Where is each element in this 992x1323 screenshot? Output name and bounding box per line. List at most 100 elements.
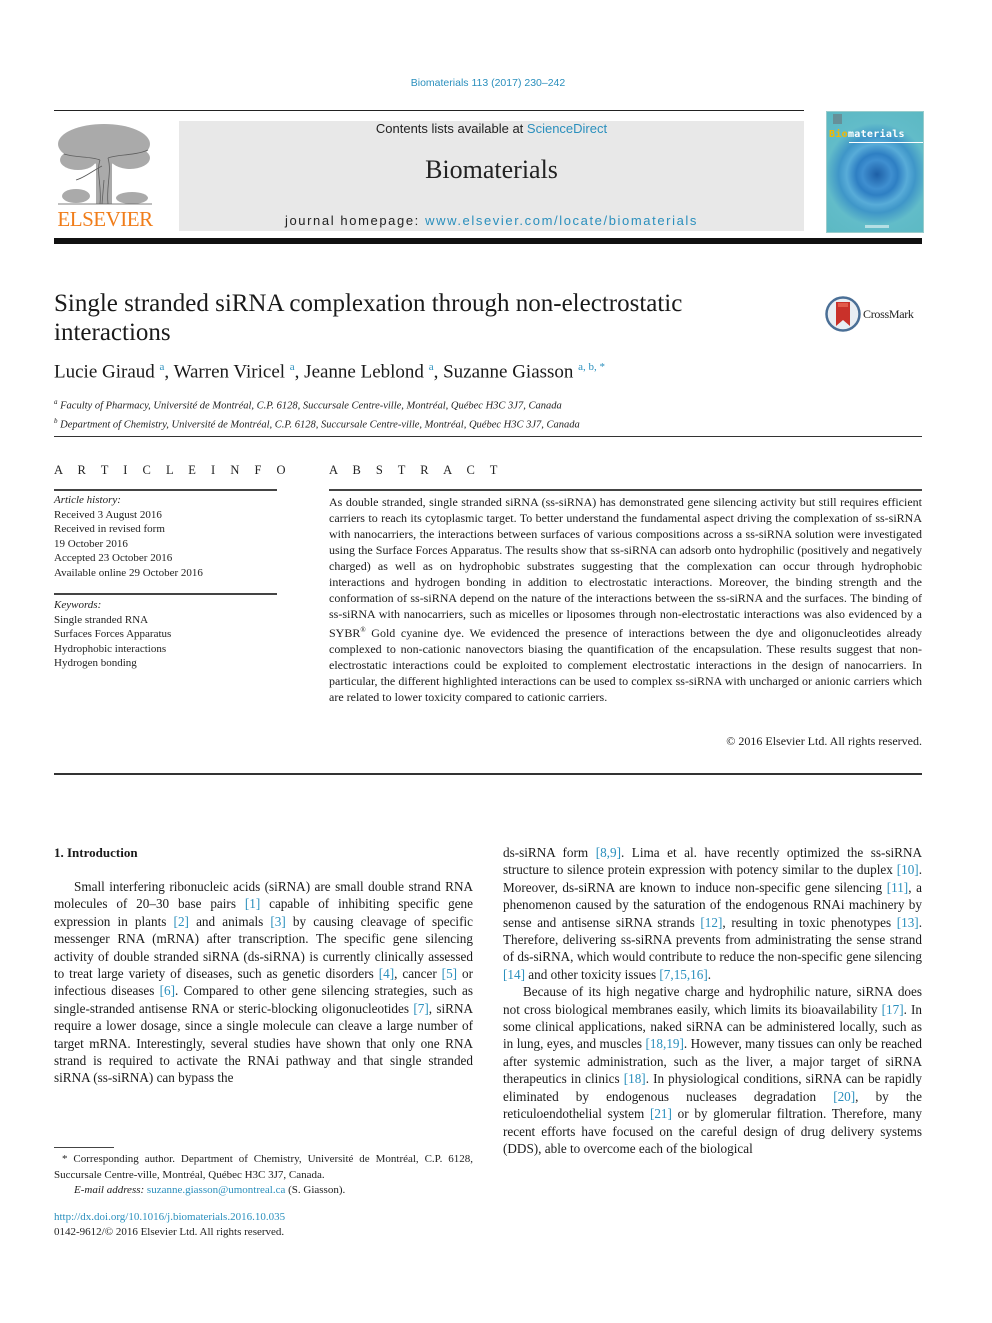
citation-link[interactable]: [18,19]	[645, 1036, 683, 1051]
footnote-divider	[54, 1147, 114, 1148]
author-name[interactable]: Lucie Giraud	[54, 361, 155, 382]
journal-name: Biomaterials	[425, 155, 558, 184]
divider	[329, 489, 922, 491]
affiliation: b Department of Chemistry, Université de…	[54, 414, 580, 433]
cover-title-rest: materials	[847, 129, 905, 140]
homepage-prefix: journal homepage:	[284, 213, 426, 228]
keyword[interactable]: Single stranded RNA	[54, 613, 171, 628]
citation-link[interactable]: [1]	[245, 896, 260, 911]
header-divider	[54, 110, 804, 111]
homepage-link[interactable]: www.elsevier.com/locate/biomaterials	[425, 213, 698, 228]
author-name[interactable]: Suzanne Giasson	[443, 361, 573, 382]
citation-link[interactable]: [11]	[887, 880, 908, 895]
corresponding-author-note: * Corresponding author. Department of Ch…	[54, 1153, 473, 1181]
crossmark-label: CrossMark	[863, 307, 914, 321]
cover-footer-mark	[865, 225, 889, 228]
keyword[interactable]: Hydrogen bonding	[54, 656, 171, 671]
doi-link[interactable]: http://dx.doi.org/10.1016/j.biomaterials…	[54, 1210, 285, 1225]
cover-title: Biomaterials	[829, 129, 905, 140]
body-column-left: Small interfering ribonucleic acids (siR…	[54, 878, 473, 1087]
citation-link[interactable]: [21]	[650, 1106, 672, 1121]
paragraph: ds-siRNA form [8,9]. Lima et al. have re…	[503, 844, 922, 983]
divider	[54, 489, 277, 491]
divider	[54, 593, 277, 595]
issn-copyright: 0142-9612/© 2016 Elsevier Ltd. All right…	[54, 1226, 285, 1238]
history-entry: Available online 29 October 2016	[54, 566, 203, 579]
author-separator: ,	[433, 361, 444, 383]
body-text: and other toxicity issues	[524, 966, 660, 982]
journal-homepage: journal homepage: www.elsevier.com/locat…	[179, 213, 804, 228]
body-text: .	[707, 966, 712, 982]
doi-block: http://dx.doi.org/10.1016/j.biomaterials…	[54, 1210, 285, 1240]
abstract-text-part: As double stranded, single stranded siRN…	[329, 495, 922, 640]
citation-link[interactable]: [7,15,16]	[659, 967, 707, 982]
journal-banner: Contents lists available at ScienceDirec…	[179, 121, 804, 231]
abstract-heading: A B S T R A C T	[329, 463, 504, 477]
header-thick-divider	[54, 238, 922, 244]
paragraph: Because of its high negative charge and …	[503, 983, 922, 1157]
abstract-copyright: © 2016 Elsevier Ltd. All rights reserved…	[726, 734, 922, 748]
cover-publisher-emblem-icon	[833, 114, 842, 124]
email-link[interactable]: suzanne.giasson@umontreal.ca	[147, 1184, 285, 1196]
section-heading-introduction: 1. Introduction	[54, 845, 138, 860]
citation-link[interactable]: [8,9]	[596, 845, 621, 860]
author-name[interactable]: Jeanne Leblond	[304, 361, 424, 382]
author-separator: ,	[294, 361, 305, 383]
affiliation-mark: b	[54, 416, 58, 425]
keyword[interactable]: Surfaces Forces Apparatus	[54, 627, 171, 642]
affiliation-mark: a	[54, 398, 58, 406]
author-affiliation-mark[interactable]: a, b, *	[578, 361, 605, 373]
citation-link[interactable]: [4]	[379, 966, 394, 981]
keywords-label: Keywords:	[54, 599, 102, 611]
history-entry: Received 3 August 2016	[54, 508, 162, 521]
affiliations: a Faculty of Pharmacy, Université de Mon…	[54, 395, 580, 432]
citation-link[interactable]: [6]	[160, 983, 175, 998]
body-text: Because of its high negative charge and …	[503, 984, 922, 1017]
body-column-right: ds-siRNA form [8,9]. Lima et al. have re…	[503, 844, 922, 1157]
citation-link[interactable]: [10]	[897, 862, 919, 877]
article-info-heading: A R T I C L E I N F O	[54, 463, 292, 477]
email-suffix: (S. Giasson).	[285, 1184, 346, 1196]
citation-link[interactable]: [2]	[174, 914, 189, 929]
abstract-text-part: Gold cyanine dye. We evidenced the prese…	[329, 626, 922, 704]
history-entry: Received in revised form	[54, 523, 165, 535]
history-entry: Accepted 23 October 2016	[54, 552, 173, 564]
affiliation-text: Faculty of Pharmacy, Université de Montr…	[60, 400, 562, 412]
journal-citation-link[interactable]: Biomaterials 113 (2017) 230–242	[0, 77, 976, 89]
crossmark-button[interactable]: CrossMark	[825, 296, 925, 334]
citation-link[interactable]: [7]	[413, 1001, 428, 1016]
citation-link[interactable]: [17]	[882, 1002, 904, 1017]
citation-link[interactable]: [18]	[624, 1071, 646, 1086]
journal-cover-image[interactable]: Biomaterials	[826, 111, 924, 233]
affiliation: a Faculty of Pharmacy, Université de Mon…	[54, 395, 580, 414]
crossmark-icon	[825, 296, 861, 332]
citation-link[interactable]: [12]	[700, 915, 722, 930]
sciencedirect-link[interactable]: ScienceDirect	[527, 121, 607, 136]
paragraph: Small interfering ribonucleic acids (siR…	[54, 878, 473, 1087]
history-label: Article history:	[54, 494, 121, 506]
citation-link[interactable]: [3]	[270, 914, 285, 929]
citation-link[interactable]: [13]	[897, 915, 919, 930]
footnotes: * Corresponding author. Department of Ch…	[54, 1152, 473, 1199]
keyword[interactable]: Hydrophobic interactions	[54, 642, 171, 657]
affiliation-text: Department of Chemistry, Université de M…	[60, 419, 580, 430]
cover-title-accent: Bio	[829, 129, 848, 140]
keywords: Keywords: Single stranded RNA Surfaces F…	[54, 598, 171, 671]
citation-link[interactable]: [20]	[833, 1089, 855, 1104]
email-line: E-mail address: suzanne.giasson@umontrea…	[54, 1183, 473, 1199]
divider	[54, 773, 922, 775]
elsevier-logo[interactable]: ELSEVIER	[54, 120, 156, 232]
history-entry: 19 October 2016	[54, 537, 128, 550]
citation-link[interactable]: [14]	[503, 967, 525, 982]
contents-availability: Contents lists available at ScienceDirec…	[179, 121, 804, 136]
divider	[54, 436, 922, 437]
elsevier-tree-icon	[58, 124, 152, 205]
body-text: , cancer	[394, 966, 442, 982]
contents-prefix: Contents lists available at	[375, 121, 527, 136]
body-text: , resulting in toxic phenotypes	[722, 914, 897, 930]
body-text: and animals	[188, 913, 271, 929]
cover-divider	[849, 142, 923, 143]
email-label: E-mail address:	[74, 1184, 145, 1196]
author-name[interactable]: Warren Viricel	[174, 361, 285, 382]
citation-link[interactable]: [5]	[442, 966, 457, 981]
